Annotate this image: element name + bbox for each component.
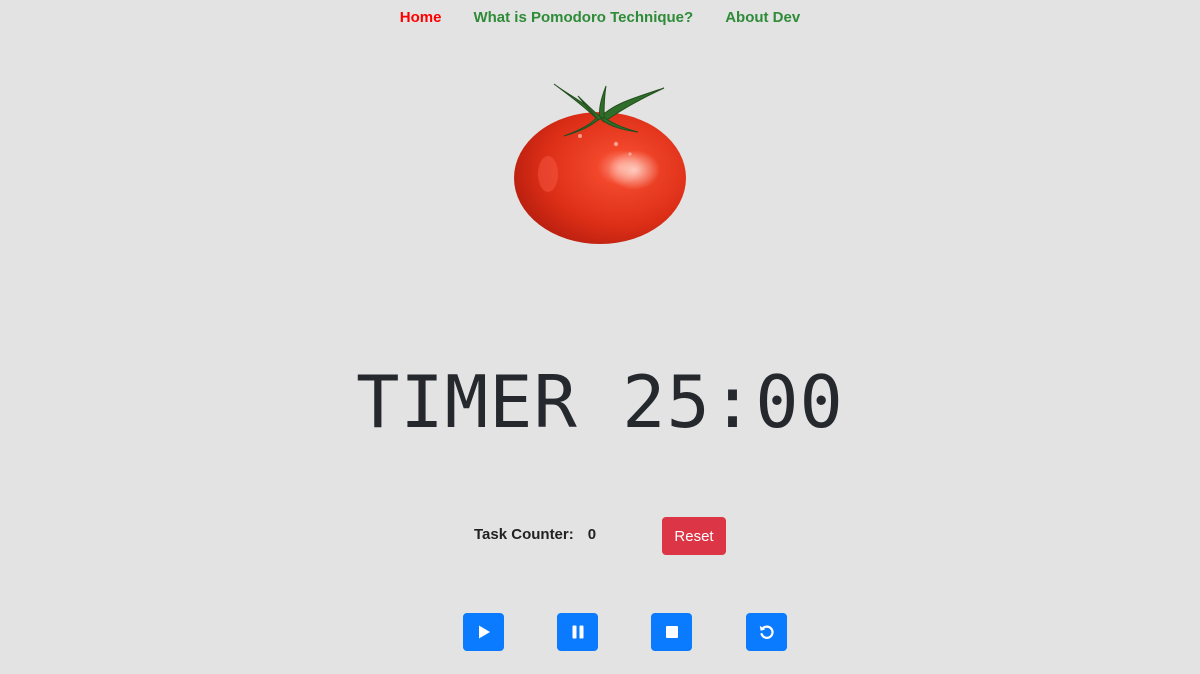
pause-icon bbox=[570, 624, 586, 640]
page: Home What is Pomodoro Technique? About D… bbox=[0, 0, 1200, 674]
nav-home-link[interactable]: Home bbox=[400, 9, 442, 27]
timer-display: TIMER 25:00 bbox=[356, 360, 844, 444]
restart-button[interactable] bbox=[746, 613, 787, 651]
reset-button[interactable]: Reset bbox=[662, 517, 726, 555]
task-counter: Task Counter: 0 bbox=[474, 526, 596, 543]
task-counter-label: Task Counter: bbox=[474, 526, 574, 543]
play-icon bbox=[476, 624, 492, 640]
restart-icon bbox=[758, 623, 776, 641]
pause-button[interactable] bbox=[557, 613, 598, 651]
task-counter-value: 0 bbox=[587, 526, 597, 543]
top-nav: Home What is Pomodoro Technique? About D… bbox=[0, 9, 1200, 27]
play-button[interactable] bbox=[463, 613, 504, 651]
nav-about-link[interactable]: About Dev bbox=[725, 9, 800, 27]
nav-pomodoro-link[interactable]: What is Pomodoro Technique? bbox=[473, 9, 693, 27]
tomato-image bbox=[508, 74, 692, 250]
stop-button[interactable] bbox=[651, 613, 692, 651]
stop-icon bbox=[664, 624, 680, 640]
